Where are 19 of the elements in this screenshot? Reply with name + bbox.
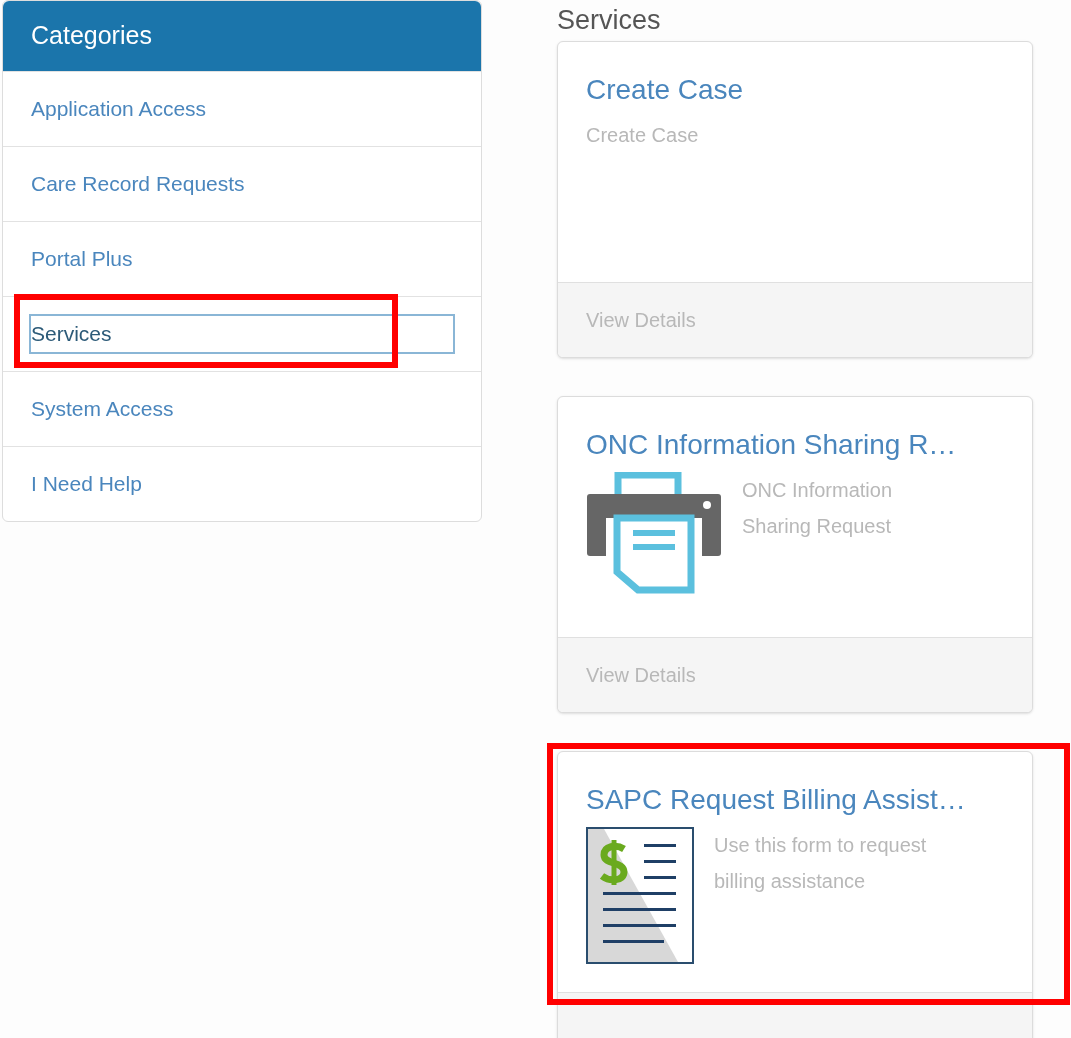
service-card[interactable]: Create Case Create Case View Details	[557, 40, 1033, 358]
category-link[interactable]: System Access	[29, 393, 176, 425]
card-title[interactable]: SAPC Request Billing Assist…	[586, 781, 1004, 817]
category-link[interactable]: Care Record Requests	[29, 168, 247, 200]
card-title[interactable]: Create Case	[586, 71, 1004, 107]
card-description: Use this form to request billing assistance	[714, 832, 928, 894]
printer-icon	[586, 471, 722, 594]
category-link[interactable]: Services	[29, 314, 455, 354]
category-link[interactable]: Portal Plus	[29, 243, 135, 275]
card-description: ONC Information Sharing Request	[742, 477, 894, 539]
service-card[interactable]: ONC Information Sharing R… ONC Information Sharing Request View Details	[557, 395, 1033, 713]
card-title[interactable]: ONC Information Sharing R…	[586, 426, 1004, 462]
section-title: Services	[557, 4, 662, 37]
category-link[interactable]: I Need Help	[29, 468, 144, 500]
service-card[interactable]: SAPC Request Billing Assist… Use this form to request billing assistance	[557, 750, 1033, 1038]
panel-title: Categories	[31, 20, 152, 52]
card-description: Create Case	[586, 122, 699, 148]
dollar-document-icon	[586, 826, 694, 964]
category-link[interactable]: Application Access	[29, 93, 209, 125]
